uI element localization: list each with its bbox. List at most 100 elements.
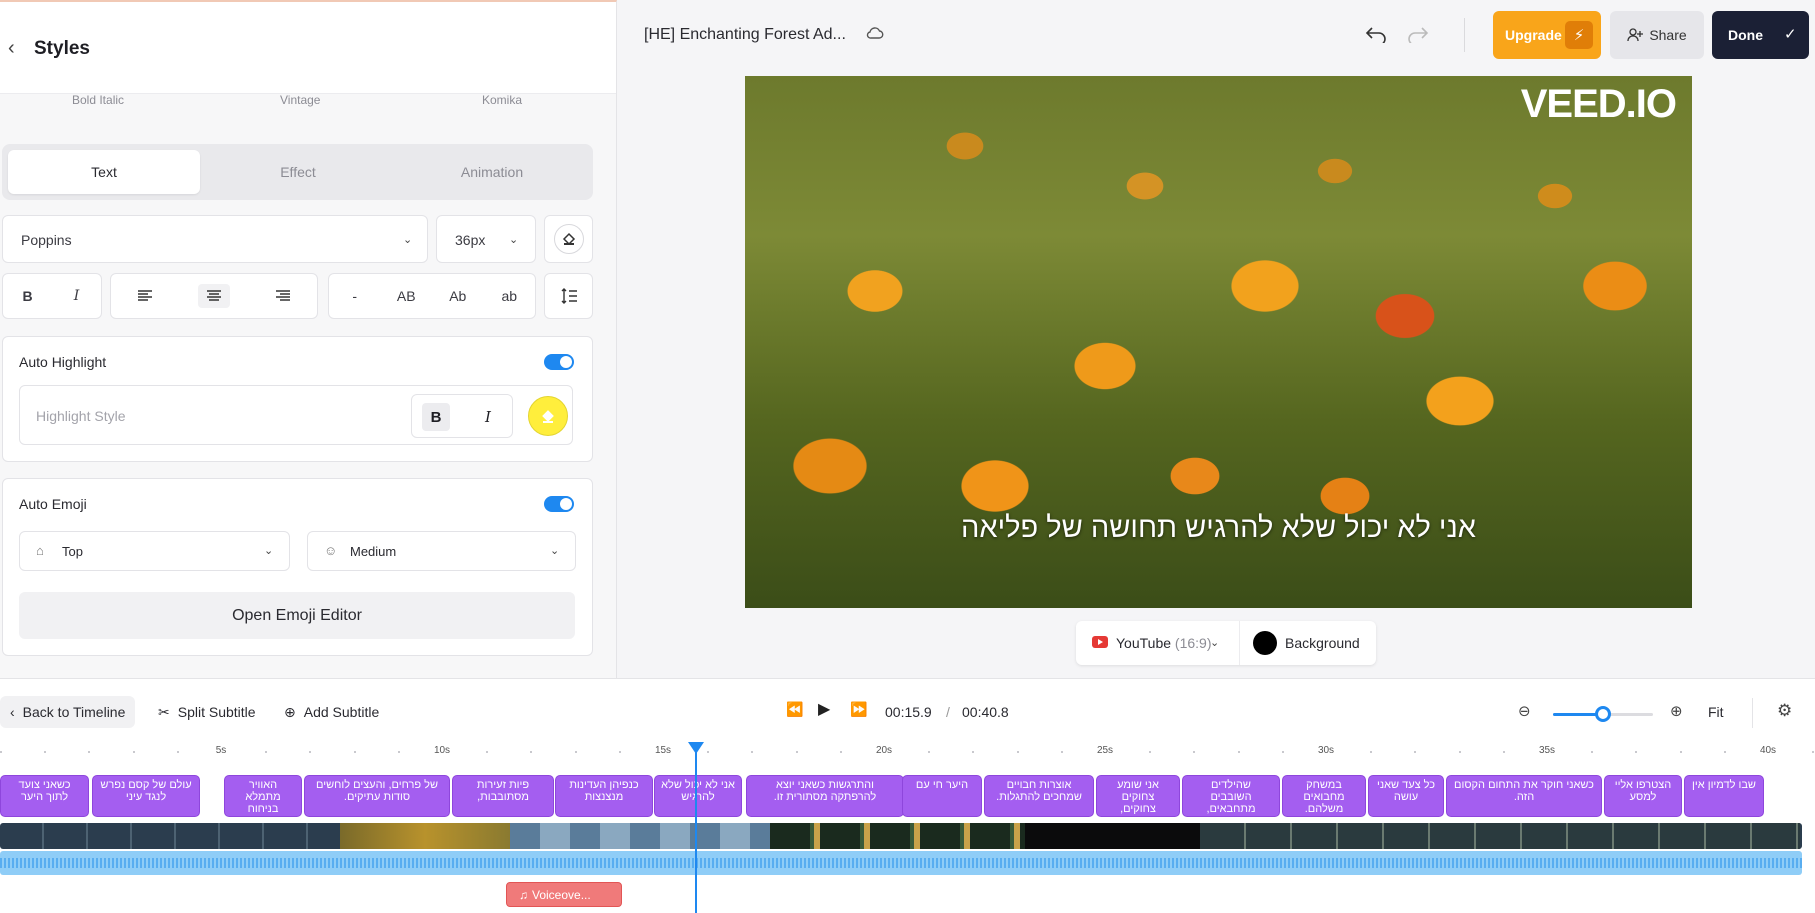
background-color-swatch[interactable] [1253,631,1277,655]
chevron-down-icon: ⌄ [403,234,413,246]
redo-icon[interactable] [1406,22,1430,50]
back-to-timeline-button[interactable]: ‹ Back to Timeline [0,696,136,728]
ruler-tick [530,751,532,753]
timeline-ruler[interactable]: 5s 10s 15s 20s 25s 30s 35s 40s [0,739,1815,763]
share-button[interactable]: Share [1610,11,1704,59]
align-left-icon[interactable] [129,290,161,302]
voiceover-label: Voiceove... [532,887,591,902]
done-button[interactable]: Done ✓ [1712,11,1809,59]
subtitle-clip[interactable]: כשאני צועד לתוך היער [0,775,89,817]
align-right-icon[interactable] [267,290,299,302]
ruler-tick [486,751,488,753]
fast-forward-icon[interactable]: ⏩ [850,701,867,718]
split-subtitle-button[interactable]: ✂ Split Subtitle [148,696,266,728]
subtitle-clip[interactable]: כנפיהן העדינות מנצנצות [555,775,653,817]
styles-header: ‹ Styles [0,2,616,94]
auto-emoji-card: Auto Emoji ⌂ Top ⌄ ☺ Medium ⌄ Open Emoji… [2,478,593,656]
ruler-tick [265,751,267,753]
styles-title: Styles [34,38,90,59]
subtitle-clip[interactable]: היער חי עם [902,775,982,817]
case-lower-button[interactable]: ab [493,288,525,304]
subtitle-clip[interactable]: שבו לדמיון אין [1684,775,1764,817]
video-clip-flowers [340,823,510,849]
aspect-platform: YouTube [1116,635,1172,651]
tab-animation[interactable]: Animation [396,150,588,194]
preset-komika[interactable]: Komika [482,93,522,107]
open-emoji-editor-button[interactable]: Open Emoji Editor [19,592,575,639]
music-note-icon: ♫ [519,887,528,902]
zoom-slider[interactable] [1553,706,1653,722]
subtitle-clip[interactable]: כל צעד שאני עושה [1368,775,1444,817]
highlight-bold-button[interactable]: B [422,403,450,431]
rewind-icon[interactable]: ⏪ [786,701,803,718]
subtitle-clip[interactable]: פיות זעירות מסתובבות, [452,775,554,817]
upgrade-button[interactable]: Upgrade ⚡ [1493,11,1601,59]
subtitle-clip[interactable]: האוויר מתמלא בניחוח [224,775,302,817]
undo-icon[interactable] [1364,22,1388,50]
preset-bold-italic[interactable]: Bold Italic [72,93,124,107]
subtitle-clip[interactable]: במשחק מחבואים משלהם. [1282,775,1366,817]
subtitle-clip[interactable]: והתרגשות כשאני יוצא להרפתקה מסתורית זו. [746,775,904,817]
subtitle-clip[interactable]: אני לא יכול שלא להרגיש [654,775,742,817]
emoji-position-value: Top [62,544,83,559]
ruler-label: 15s [654,745,672,756]
bold-button[interactable]: B [12,288,44,304]
paint-bucket-icon [542,410,554,423]
line-height-button[interactable] [544,273,593,319]
highlight-italic-button[interactable]: I [474,403,502,431]
add-subtitle-button[interactable]: ⊕ Add Subtitle [274,696,389,728]
subtitle-clip[interactable]: הצטרפו אליי למסע [1604,775,1682,817]
project-title[interactable]: [HE] Enchanting Forest Ad... [644,26,846,44]
case-upper-button[interactable]: AB [390,288,422,304]
highlight-color-button[interactable] [528,396,568,436]
case-title-button[interactable]: Ab [442,288,474,304]
emoji-position-select[interactable]: ⌂ Top ⌄ [19,531,290,571]
highlight-style-field[interactable]: Highlight Style B I [19,385,573,445]
subtitle-clip[interactable]: אני שומע צחוקים צחוקים, [1096,775,1180,817]
subtitle-clip[interactable]: אוצרות חבויים שמחכים להתגלות. [984,775,1094,817]
lightning-icon: ⚡ [1565,21,1593,49]
canvas-subtitle[interactable]: אני לא יכול שלא להרגיש תחושה של פליאה [745,512,1692,545]
audio-track[interactable] [0,851,1802,875]
playhead[interactable] [695,742,697,913]
video-canvas[interactable]: VEED.IO אני לא יכול שלא להרגיש תחושה של … [745,76,1692,608]
fit-button[interactable]: Fit [1708,704,1724,720]
gear-icon[interactable]: ⚙ [1777,701,1792,721]
zoom-in-icon[interactable]: ⊕ [1670,702,1683,720]
subtitle-clip[interactable]: שהילדים השובבים מתחבאים, [1182,775,1280,817]
cloud-icon [866,26,884,45]
ruler-label: 40s [1759,745,1777,756]
share-label: Share [1649,27,1687,43]
time-separator: / [946,704,950,720]
background-label[interactable]: Background [1285,635,1360,651]
tab-text[interactable]: Text [8,150,200,194]
text-color-button[interactable] [544,215,593,263]
italic-button[interactable]: I [61,288,93,304]
subtitle-clip[interactable]: של פרחים, והעצים לוחשים סודות עתיקים. [304,775,450,817]
ruler-tick [354,751,356,753]
ruler-tick [1680,751,1682,753]
aspect-ratio-select[interactable]: YouTube (16:9) [1116,635,1211,651]
subtitle-clip[interactable]: כשאני חוקר את התחום הקסום הזה. [1446,775,1602,817]
subtitle-track: כשאני צועד לתוך היער עולם של קסם נפרש לנג… [0,775,1815,817]
video-track[interactable] [0,823,1802,849]
align-center-icon[interactable] [197,284,230,308]
tab-effect[interactable]: Effect [202,150,394,194]
zoom-slider-handle[interactable] [1595,706,1611,722]
font-family-select[interactable]: Poppins ⌄ [2,215,428,263]
check-icon: ✓ [1784,26,1797,43]
play-icon[interactable]: ▶ [818,699,830,719]
ruler-tick [575,751,577,753]
auto-emoji-toggle[interactable] [544,496,574,512]
zoom-out-icon[interactable]: ⊖ [1518,702,1531,720]
preset-vintage[interactable]: Vintage [280,93,320,107]
case-none-button[interactable]: - [339,288,371,304]
font-size-select[interactable]: 36px ⌄ [436,215,536,263]
emoji-size-select[interactable]: ☺ Medium ⌄ [307,531,576,571]
auto-highlight-toggle[interactable] [544,354,574,370]
voiceover-clip[interactable]: ♫ Voiceove... [506,882,622,907]
subtitle-clip[interactable]: עולם של קסם נפרש לנגד עיני [92,775,200,817]
back-chevron-icon[interactable]: ‹ [8,38,20,58]
ruler-tick [840,751,842,753]
ruler-tick [1370,751,1372,753]
